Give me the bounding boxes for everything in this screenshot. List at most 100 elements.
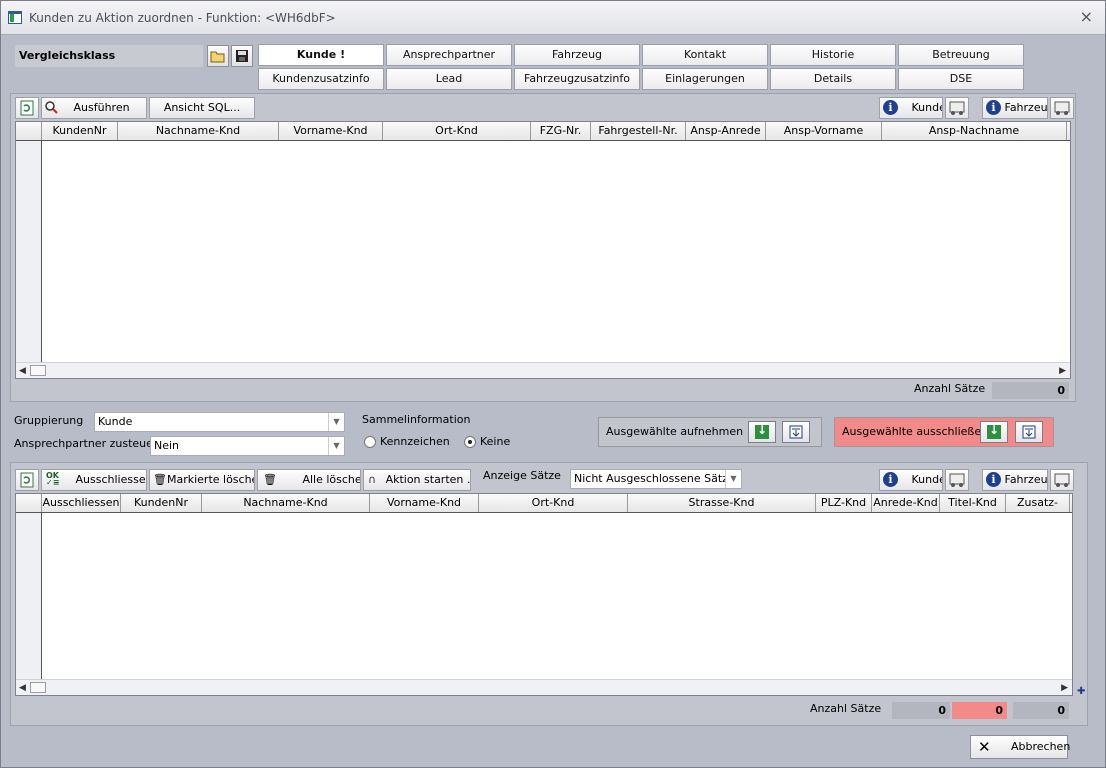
column-header[interactable]: FZG-Nr. (531, 122, 591, 140)
aufnehmen-button[interactable] (748, 421, 776, 443)
tab-dse[interactable]: DSE (898, 68, 1024, 90)
add-column-icon[interactable]: ✚ (1077, 686, 1085, 697)
title-bar: Kunden zu Aktion zuordnen - Funktion: <W… (1, 1, 1105, 35)
export-icon (949, 101, 965, 115)
column-header[interactable]: KundenNr (121, 494, 202, 512)
gruppierung-select[interactable]: Kunde ▼ (94, 412, 345, 432)
tab-betreuung[interactable]: Betreuung (898, 44, 1024, 66)
scroll-right-icon[interactable]: ▶ (1061, 683, 1068, 693)
scroll-left-icon[interactable]: ◀ (19, 366, 26, 376)
lower-grid-header: Ausschliessen KundenNr Nachname-Knd Vorname… (16, 494, 1072, 513)
vergleichsklass-label: Vergleichsklass (15, 45, 203, 67)
tab-kunde[interactable]: Kunde ! (258, 44, 384, 66)
lower-horizontal-scrollbar[interactable]: ◀ ▶ (16, 679, 1072, 695)
open-folder-button[interactable] (207, 45, 229, 67)
tab-kontakt[interactable]: Kontakt (642, 44, 768, 66)
lower-fahrzeug-info-button[interactable]: i Fahrzeug (982, 469, 1048, 491)
fahrzeug-info-button[interactable]: i Fahrzeug (982, 97, 1048, 119)
kunde-label: Kunde (911, 101, 943, 114)
lower-refresh-button[interactable] (15, 469, 39, 491)
aktion-starten-button[interactable]: ∩ Aktion starten ... (363, 469, 471, 491)
radio-kennzeichen[interactable] (364, 436, 376, 448)
dialog-window: Kunden zu Aktion zuordnen - Funktion: <W… (0, 0, 1106, 768)
lower-count-total: 0 (892, 702, 950, 719)
ansprechpartner-select[interactable]: Nein ▼ (150, 436, 345, 456)
column-header[interactable]: Nachname-Knd (202, 494, 370, 512)
close-icon[interactable]: × (1080, 7, 1093, 26)
chevron-down-icon[interactable]: ▼ (328, 437, 344, 455)
anzeige-saetze-label: Anzeige Sätze (483, 469, 561, 482)
export-icon (1054, 101, 1070, 115)
column-header[interactable]: Ansp-Vorname (766, 122, 882, 140)
aufnehmen-label: Ausgewählte aufnehmen (606, 425, 744, 438)
column-header[interactable]: Ansp-Nachname (882, 122, 1067, 140)
column-header[interactable]: Fahrgestell-Nr. (591, 122, 686, 140)
info-icon: i (986, 100, 1001, 115)
kunde-info-button[interactable]: i Kunde (879, 97, 943, 119)
scroll-left-icon[interactable]: ◀ (19, 683, 26, 693)
tab-fahrzeug[interactable]: Fahrzeug (514, 44, 640, 66)
chevron-down-icon[interactable]: ▼ (328, 413, 344, 431)
lower-panel: OK✓≡ Ausschliessen 🗑Markierte löschen 🗑 … (10, 462, 1088, 726)
filter-down-icon (1022, 425, 1036, 439)
lower-kunde-info-button[interactable]: i Kunde (879, 469, 943, 491)
scroll-thumb[interactable] (30, 682, 46, 693)
lower-kunde-label: Kunde (911, 473, 943, 486)
tab-fahrzeugzusatzinfo[interactable]: Fahrzeugzusatzinfo (514, 68, 640, 90)
column-header[interactable]: Vorname-Knd (279, 122, 383, 140)
ausfuehren-button[interactable]: Ausführen (41, 97, 147, 119)
exclude-list-icon: OK ✓≡ (46, 471, 60, 487)
column-header[interactable]: Ort-Knd (383, 122, 531, 140)
window-title: Kunden zu Aktion zuordnen - Funktion: <W… (29, 11, 336, 25)
column-header[interactable]: KundenNr (42, 122, 118, 140)
column-header[interactable]: Ausschliessen (42, 494, 121, 512)
upper-data-grid[interactable]: KundenNr Nachname-Knd Vorname-Knd Ort-Knd FZ… (15, 121, 1071, 379)
aufnehmen-all-button[interactable] (782, 421, 810, 443)
info-icon: i (986, 472, 1001, 487)
refresh-button[interactable] (15, 97, 39, 119)
markierte-loeschen-button[interactable]: 🗑Markierte löschen (149, 469, 255, 491)
save-button[interactable] (231, 45, 253, 67)
header-indicator-cell (16, 122, 42, 140)
lower-fahrzeug-export-button[interactable] (1050, 469, 1074, 491)
radio-keine[interactable] (464, 436, 476, 448)
tab-lead[interactable]: Lead (386, 68, 512, 90)
scroll-thumb[interactable] (30, 365, 46, 376)
ausschliessen-all-button[interactable] (1015, 421, 1043, 443)
column-header[interactable]: Ansp-Anrede (686, 122, 766, 140)
lower-anzahl-label: Anzahl Sätze (810, 702, 882, 715)
kunde-export-button[interactable] (945, 97, 969, 119)
column-header[interactable]: Nachname-Knd (118, 122, 279, 140)
chevron-down-icon[interactable]: ▼ (725, 470, 741, 488)
app-icon (8, 11, 22, 24)
column-header[interactable]: Vorname-Knd (370, 494, 479, 512)
alle-loeschen-button[interactable]: 🗑 Alle löschen (257, 469, 361, 491)
anzeige-saetze-select[interactable]: Nicht Ausgeschlossene Sätze ▼ (570, 469, 742, 489)
tab-kundenzusatzinfo[interactable]: Kundenzusatzinfo (258, 68, 384, 90)
tab-details[interactable]: Details (770, 68, 896, 90)
aufnehmen-group: Ausgewählte aufnehmen (598, 417, 822, 447)
column-header[interactable]: Anrede-Knd (872, 494, 940, 512)
column-header[interactable]: PLZ-Knd (816, 494, 872, 512)
scroll-right-icon[interactable]: ▶ (1059, 366, 1066, 376)
upper-horizontal-scrollbar[interactable]: ◀ ▶ (16, 362, 1070, 378)
alle-loeschen-label: Alle löschen (302, 473, 360, 486)
lower-data-grid[interactable]: Ausschliessen KundenNr Nachname-Knd Vorname… (15, 493, 1073, 696)
tab-einlagerungen[interactable]: Einlagerungen (642, 68, 768, 90)
ansicht-sql-button[interactable]: Ansicht SQL... (149, 97, 255, 119)
arrow-down-icon (987, 423, 1001, 439)
fahrzeug-export-button[interactable] (1050, 97, 1074, 119)
abbrechen-button[interactable]: ✕ Abbrechen (970, 735, 1071, 759)
lower-kunde-export-button[interactable] (945, 469, 969, 491)
column-header[interactable]: Zusatz- (1006, 494, 1070, 512)
ausschliessen-btn[interactable]: OK ✓≡ Ausschliessen (41, 469, 147, 491)
abbrechen-label: Abbrechen (1011, 740, 1071, 753)
column-header[interactable]: Titel-Knd (940, 494, 1006, 512)
open-folder-icon (210, 51, 225, 63)
tab-ansprechpartner[interactable]: Ansprechpartner (386, 44, 512, 66)
column-header[interactable]: Strasse-Knd (628, 494, 816, 512)
filter-down-icon (789, 425, 803, 439)
column-header[interactable]: Ort-Knd (479, 494, 628, 512)
tab-historie[interactable]: Historie (770, 44, 896, 66)
ausschliessen-button[interactable] (980, 421, 1008, 443)
